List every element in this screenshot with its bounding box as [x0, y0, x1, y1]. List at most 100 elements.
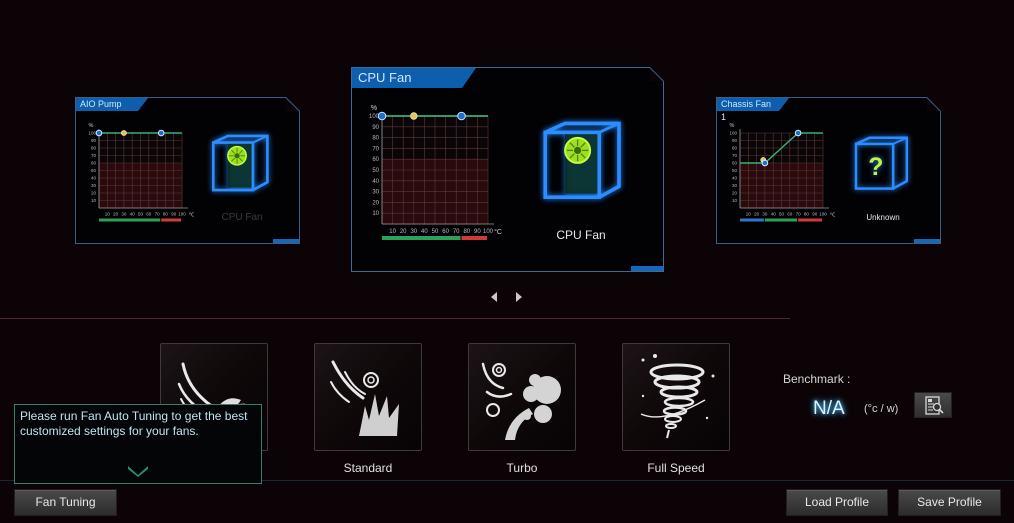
x-tick-label: 60 — [442, 229, 449, 235]
mode-button-standard[interactable] — [314, 343, 422, 451]
x-tick-label: 50 — [138, 212, 144, 217]
device-label: CPU Fan — [221, 212, 263, 223]
y-tick-label: 60 — [372, 157, 379, 163]
x-tick-label: 80 — [804, 212, 810, 217]
x-tick-label: 30 — [121, 212, 127, 217]
y-tick-label: 80 — [372, 136, 379, 142]
tooltip-text: Please run Fan Auto Tuning to get the be… — [20, 409, 248, 438]
x-tick-label: 100 — [178, 212, 186, 217]
y-tick-label: 40 — [372, 179, 379, 185]
card-foot-accent — [631, 266, 663, 271]
x-tick-label: 40 — [771, 212, 777, 217]
x-tick-label: 70 — [796, 212, 802, 217]
temp-zone-bar — [382, 236, 461, 240]
x-tick-label: 70 — [155, 212, 161, 217]
x-tick-label: 20 — [754, 212, 760, 217]
x-tick-label: 60 — [787, 212, 793, 217]
y-unit-label: % — [371, 105, 377, 112]
fan-tuning-button[interactable]: Fan Tuning — [14, 489, 117, 516]
card-foot-accent — [914, 239, 940, 243]
report-search-icon — [925, 396, 944, 415]
unknown-device-icon: ? — [851, 134, 913, 196]
x-tick-label: 80 — [163, 212, 169, 217]
fan-card-title: AIO Pump — [76, 98, 148, 111]
fan-card-chassis-fan-1[interactable]: Chassis Fan 1 % 100 90 80 70 60 50 40 30 20 10 10 20… — [716, 97, 941, 244]
curve-control-point[interactable] — [157, 129, 165, 137]
y-unit-label: % — [89, 123, 94, 129]
y-tick-label: 60 — [91, 161, 97, 166]
x-tick-label: 60 — [146, 212, 152, 217]
y-tick-label: 100 — [729, 131, 737, 136]
y-tick-label: 100 — [88, 131, 96, 136]
y-tick-label: 70 — [91, 153, 97, 158]
y-tick-label: 40 — [732, 176, 738, 181]
y-tick-label: 80 — [732, 146, 738, 151]
fan-card-title: CPU Fan — [352, 68, 476, 88]
temp-zone-bar — [764, 218, 798, 222]
temp-zone-bar — [461, 236, 487, 240]
x-tick-label: 30 — [762, 212, 768, 217]
section-divider — [0, 318, 790, 319]
curve-control-point[interactable] — [794, 129, 802, 137]
pc-case-fan-icon — [208, 132, 274, 198]
y-tick-label: 50 — [91, 168, 97, 173]
x-tick-label: 50 — [432, 229, 439, 235]
y-tick-label: 10 — [91, 198, 97, 203]
x-unit-label: °C — [189, 213, 194, 219]
x-tick-label: 10 — [105, 212, 111, 217]
curve-control-point[interactable] — [761, 159, 769, 167]
curve-control-point[interactable] — [377, 111, 387, 121]
fan-hub — [574, 146, 582, 154]
mode-button-turbo[interactable] — [468, 343, 576, 451]
y-tick-label: 60 — [732, 161, 738, 166]
fan-curve-chart[interactable]: %10090807060504030201010 20 30 40 50 60 70 80 90… — [725, 120, 835, 228]
mode-label: Full Speed — [647, 461, 705, 475]
x-tick-label: 100 — [483, 229, 494, 235]
pc-case-fan-icon — [538, 118, 628, 208]
benchmark-report-button[interactable] — [914, 392, 952, 418]
question-mark-glyph: ? — [868, 154, 883, 181]
x-tick-label: 80 — [463, 229, 470, 235]
fan-curve-chart[interactable]: %10090807060504030201010 20 30 40 50 60 70 80 90… — [84, 120, 194, 228]
chevron-down-icon[interactable] — [127, 465, 149, 477]
temp-zone-bar — [740, 218, 764, 222]
y-tick-label: 30 — [732, 183, 738, 188]
card-foot-accent — [273, 239, 299, 243]
x-tick-label: 10 — [746, 212, 752, 217]
fan-card-cpu-fan[interactable]: CPU Fan % 100 90 80 70 60 50 40 30 20 10 10 20 30 40 50… — [351, 67, 664, 272]
curve-control-point[interactable] — [457, 111, 466, 121]
load-profile-button[interactable]: Load Profile — [786, 489, 888, 516]
x-tick-label: 50 — [779, 212, 785, 217]
pc-case-fan-icon-graphic — [543, 121, 621, 199]
y-tick-label: 50 — [372, 168, 379, 174]
mode-button-full-speed[interactable] — [622, 343, 730, 451]
temp-zone-bar — [798, 218, 822, 222]
current-temp-marker — [121, 130, 127, 136]
card-corner — [927, 97, 941, 111]
standard-mode-icon — [330, 360, 399, 436]
y-tick-label: 90 — [91, 138, 97, 143]
fan-card-aio-pump[interactable]: AIO Pump % 100 90 80 70 60 50 40 30 20 10 10 20 30 40 5… — [75, 97, 300, 244]
save-profile-button[interactable]: Save Profile — [898, 489, 1001, 516]
full-speed-mode-icon — [640, 354, 715, 439]
y-tick-label: 20 — [372, 200, 379, 206]
fan-hub — [234, 153, 240, 159]
y-tick-label: 30 — [372, 190, 379, 196]
curve-control-point[interactable] — [95, 129, 103, 137]
benchmark-unit: (°c / w) — [864, 403, 899, 415]
next-arrow-icon[interactable] — [516, 292, 522, 302]
y-tick-label: 80 — [91, 146, 97, 151]
fan-card-title: Chassis Fan 1 — [717, 98, 789, 122]
fan-curve-chart[interactable]: %10090807060504030201010 20 30 40 50 60 70 80 90… — [360, 98, 508, 250]
x-tick-label: 10 — [389, 229, 396, 235]
x-tick-label: 40 — [421, 229, 428, 235]
auto-tuning-tooltip: Please run Fan Auto Tuning to get the be… — [14, 404, 262, 484]
x-tick-label: 20 — [400, 229, 407, 235]
carousel-nav — [489, 290, 525, 304]
device-label: Unknown — [866, 213, 900, 222]
unknown-device-icon-graphic: ? — [854, 136, 909, 190]
x-tick-label: 90 — [171, 212, 177, 217]
device-label: CPU Fan — [556, 228, 606, 242]
prev-arrow-icon[interactable] — [491, 292, 497, 302]
y-tick-label: 20 — [732, 191, 738, 196]
